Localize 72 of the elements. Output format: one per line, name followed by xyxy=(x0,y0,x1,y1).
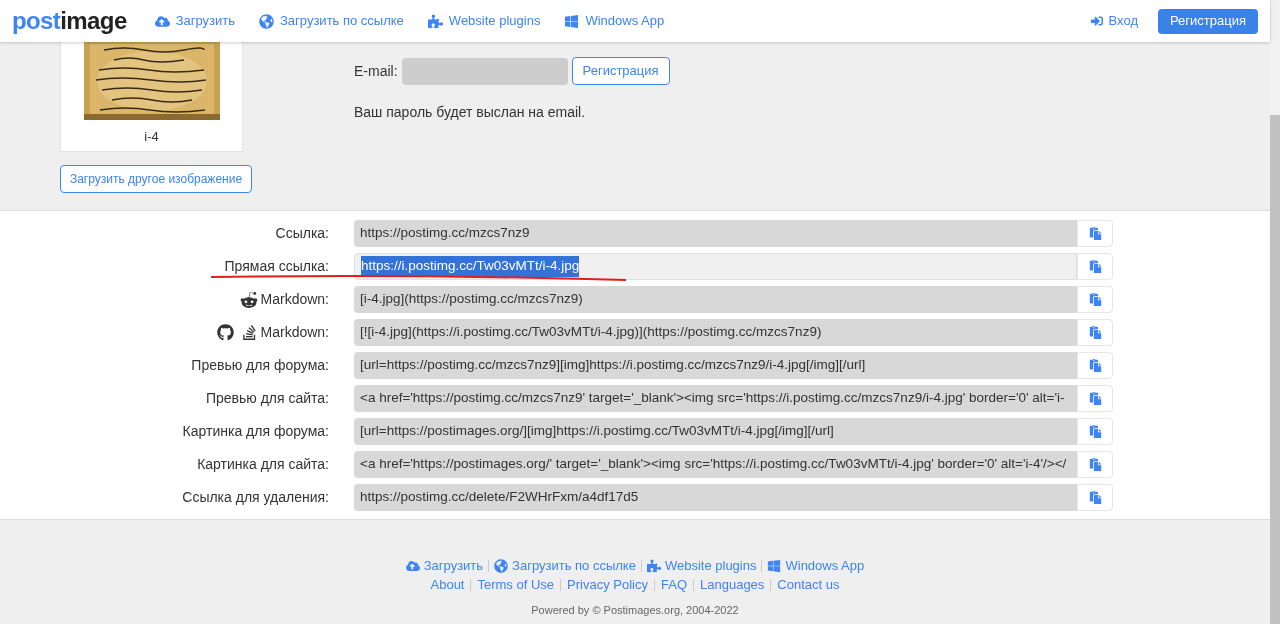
link-field[interactable]: <a href='https://postimg.cc/mzcs7nz9' target='_blank'><img src='https://i.postimg.cc/mzcs7nz9/i-4.jpg' border='0' alt='i- xyxy=(354,385,1077,412)
copy-icon xyxy=(1088,260,1102,273)
copy-icon xyxy=(1088,359,1102,372)
footer-link[interactable]: Privacy Policy xyxy=(567,576,648,593)
upload-another-button[interactable]: Загрузить другое изображение xyxy=(60,165,252,193)
copy-icon xyxy=(1088,227,1102,240)
copy-button[interactable] xyxy=(1077,352,1113,379)
globe-icon xyxy=(259,13,274,29)
copy-button[interactable] xyxy=(1077,484,1113,511)
nav-link[interactable]: Загрузить xyxy=(142,11,247,31)
copy-icon xyxy=(1088,293,1102,306)
register-button[interactable]: Регистрация xyxy=(1158,8,1258,34)
image-caption: i-4 xyxy=(144,128,159,146)
alien-icon xyxy=(239,290,258,309)
stack-icon xyxy=(240,324,258,341)
link-field[interactable]: [url=https://postimg.cc/mzcs7nz9][img]https://i.postimg.cc/mzcs7nz9/i-4.jpg[/img][/url] xyxy=(354,352,1077,379)
email-label: E-mail: xyxy=(354,61,398,81)
footer-link[interactable]: Contact us xyxy=(777,576,840,593)
link-field[interactable]: [i-4.jpg](https://postimg.cc/mzcs7nz9) xyxy=(354,286,1077,313)
copy-button[interactable] xyxy=(1077,319,1113,346)
copy-button[interactable] xyxy=(1077,220,1113,247)
copy-icon xyxy=(1088,326,1102,339)
link-field[interactable]: https://postimg.cc/mzcs7nz9 xyxy=(354,220,1077,247)
login-link[interactable]: Вход xyxy=(1090,11,1138,31)
link-field[interactable]: https://postimg.cc/delete/F2WHrFxm/a4df17d5 xyxy=(354,484,1077,511)
link-field[interactable]: [![i-4.jpg](https://i.postimg.cc/Tw03vMTt/i-4.jpg)](https://postimg.cc/mzcs7nz9) xyxy=(354,319,1077,346)
github-icon xyxy=(216,324,234,341)
copyright-text: Powered by © Postimages.org, 2004-2022 xyxy=(531,604,739,617)
copy-button[interactable] xyxy=(1077,418,1113,445)
windows-icon xyxy=(767,558,782,573)
nav-link[interactable]: Windows App xyxy=(552,11,677,31)
link-label: Ссылка для удаления: xyxy=(182,488,329,507)
footer-nav-link[interactable]: Загрузить по ссылке xyxy=(494,557,636,574)
copy-button[interactable] xyxy=(1077,385,1113,412)
link-label: Картинка для сайта: xyxy=(197,455,329,474)
footer-nav-link[interactable]: Website plugins xyxy=(646,557,757,574)
nav-link[interactable]: Загрузить по ссылке xyxy=(247,11,416,31)
cloud-upload-icon xyxy=(154,13,170,29)
copy-button[interactable] xyxy=(1077,253,1113,280)
puzzle-icon xyxy=(427,13,443,29)
footer-nav-link[interactable]: Загрузить xyxy=(405,557,484,574)
copy-icon xyxy=(1088,491,1102,504)
link-label: Markdown: xyxy=(260,323,329,342)
windows-icon xyxy=(564,13,580,29)
password-note: Ваш пароль будет выслан на email. xyxy=(354,103,587,122)
footer-link[interactable]: About xyxy=(430,576,465,593)
link-label: Markdown: xyxy=(260,290,329,309)
copy-icon xyxy=(1088,458,1102,471)
puzzle-icon xyxy=(646,558,661,573)
nav-link[interactable]: Website plugins xyxy=(415,11,553,31)
footer-link[interactable]: FAQ xyxy=(661,576,687,593)
cloud-upload-icon xyxy=(405,558,420,573)
copy-icon xyxy=(1088,425,1102,438)
link-label: Картинка для форума: xyxy=(182,422,329,441)
footer-nav-link[interactable]: Windows App xyxy=(767,557,865,574)
globe-icon xyxy=(494,558,509,573)
link-field[interactable]: [url=https://postimages.org/][img]https://i.postimg.cc/Tw03vMTt/i-4.jpg[/img][/url] xyxy=(354,418,1077,445)
register-button[interactable]: Регистрация xyxy=(571,57,670,85)
footer-link[interactable]: Languages xyxy=(700,576,765,593)
link-field[interactable]: https://i.postimg.cc/Tw03vMTt/i-4.jpg xyxy=(354,253,1077,280)
link-field[interactable]: <a href='https://postimages.org/' target='_blank'><img src='https://i.postimg.cc/Tw03vMTt/i-4.jpg' border='0' alt='i-4'/></ xyxy=(354,451,1077,478)
copy-button[interactable] xyxy=(1077,451,1113,478)
email-field[interactable] xyxy=(401,57,568,85)
link-label: Превью для сайта: xyxy=(205,389,329,408)
logo[interactable]: postimage xyxy=(12,9,127,33)
footer-link[interactable]: Terms of Use xyxy=(477,576,555,593)
link-label: Ссылка: xyxy=(275,224,329,243)
link-label: Прямая ссылка: xyxy=(224,257,329,276)
login-icon xyxy=(1090,15,1103,27)
link-label: Превью для форума: xyxy=(191,356,329,375)
copy-icon xyxy=(1088,392,1102,405)
copy-button[interactable] xyxy=(1077,286,1113,313)
